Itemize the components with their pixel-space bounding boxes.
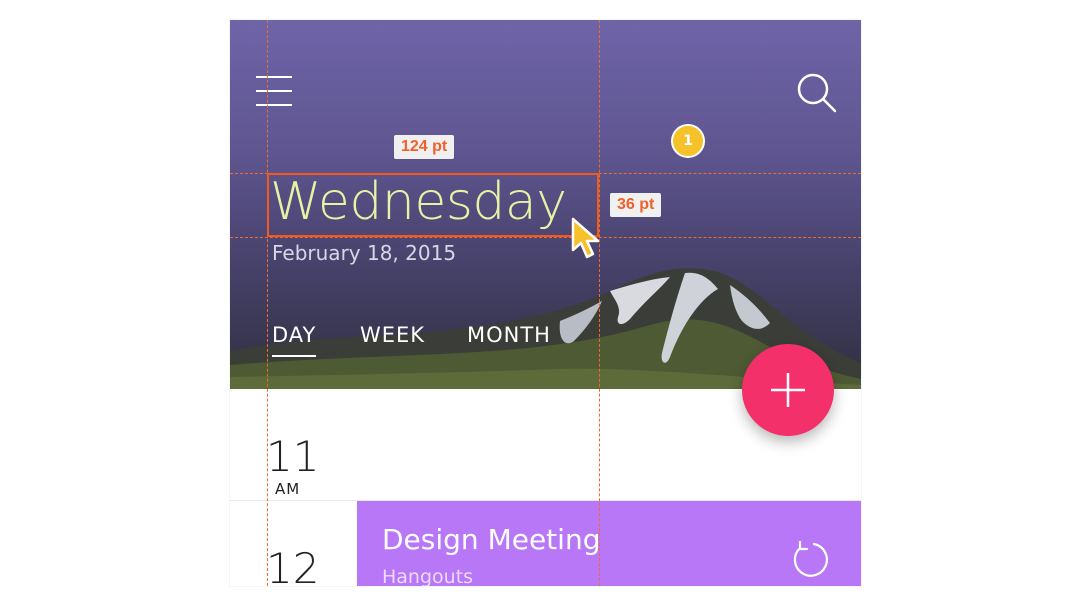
tab-day[interactable]: DAY	[272, 323, 317, 357]
add-event-button[interactable]	[742, 344, 834, 436]
mockup-canvas: Wednesday February 18, 2015 DAY WEEK MON…	[0, 0, 1076, 603]
calendar-app-screen: Wednesday February 18, 2015 DAY WEEK MON…	[230, 20, 861, 586]
event-card[interactable]: Design Meeting Hangouts	[357, 501, 861, 586]
header-hero: Wednesday February 18, 2015 DAY WEEK MON…	[230, 20, 861, 389]
day-title: Wednesday	[270, 172, 567, 232]
plus-icon	[771, 373, 805, 407]
menu-icon-line	[256, 90, 292, 92]
hamburger-menu-icon	[256, 76, 292, 78]
tab-month[interactable]: MONTH	[467, 323, 551, 347]
repeat-button[interactable]	[790, 539, 830, 579]
hour-label: 11	[266, 432, 320, 481]
event-location: Hangouts	[382, 566, 474, 586]
event-title: Design Meeting	[382, 523, 601, 556]
date-subtitle: February 18, 2015	[272, 241, 457, 265]
search-icon	[797, 73, 837, 113]
search-button[interactable]	[796, 72, 838, 114]
tab-week[interactable]: WEEK	[360, 323, 425, 347]
time-slot-12pm[interactable]: 12 PM Design Meeting Hangouts	[230, 501, 861, 586]
menu-icon-line	[256, 104, 292, 106]
period-label: AM	[275, 480, 301, 498]
repeat-icon	[793, 540, 828, 577]
menu-button[interactable]	[256, 76, 292, 106]
hour-label: 12	[266, 544, 320, 587]
